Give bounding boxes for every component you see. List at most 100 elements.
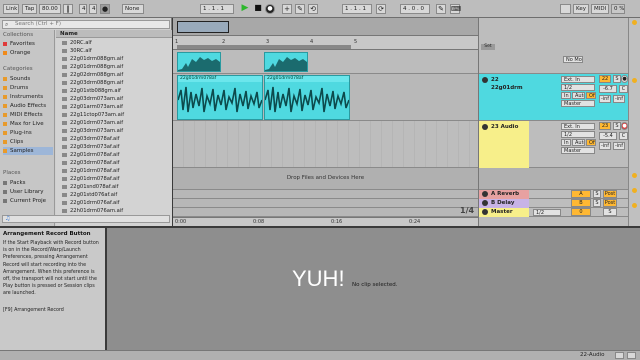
name-column-header[interactable]: Name	[56, 30, 172, 38]
monitor-off-button[interactable]: Off	[586, 92, 596, 99]
beat-ruler[interactable]: 1 2 3 4 5	[173, 36, 478, 50]
monitor-auto-button[interactable]: Auto	[572, 139, 585, 146]
return-track-b[interactable]: B Delay B S Post	[479, 199, 629, 208]
category-samples[interactable]: Samples	[3, 147, 53, 155]
file-row[interactable]: 22g03drm088gm.aif	[56, 79, 172, 87]
collection-favorites[interactable]: Favorites	[3, 40, 53, 48]
pan-field[interactable]: C	[619, 85, 628, 93]
file-row[interactable]: 22g01drm078af.aif	[56, 175, 172, 183]
track-header-23[interactable]: 23 Audio Ext. In 1/2 In Auto Off Master …	[479, 121, 629, 168]
scroll-dot-icon[interactable]	[632, 173, 637, 178]
track-name[interactable]: A Reverb	[481, 190, 531, 198]
tempo-field[interactable]: 80.00	[39, 4, 61, 14]
solo-button[interactable]: S	[593, 199, 601, 207]
track-name[interactable]: 22 22g01drm	[481, 76, 531, 92]
monitor-in-button[interactable]: In	[561, 139, 571, 146]
loop-length-field[interactable]: 4 . 0 . 0	[400, 4, 430, 14]
return-lane-a[interactable]	[173, 190, 478, 199]
collection-orange[interactable]: Orange	[3, 49, 53, 57]
track-name[interactable]: 23 Audio	[481, 123, 531, 131]
file-row[interactable]: 22g03drm078af.aif	[56, 135, 172, 143]
scroll-dot-icon[interactable]	[632, 78, 637, 83]
track-lane-23[interactable]	[173, 121, 478, 168]
category-drums[interactable]: Drums	[3, 84, 53, 92]
file-row[interactable]: 22g01drm076af.aif	[56, 199, 172, 207]
master-number[interactable]: 0	[571, 208, 591, 216]
file-row[interactable]: 22g02drm088gm.aif	[56, 71, 172, 79]
track-number-button[interactable]: 23	[599, 122, 611, 130]
time-signature-numerator[interactable]: 4	[79, 4, 87, 14]
master-output-select[interactable]: 1/2	[533, 209, 561, 216]
draw-mode-icon[interactable]: ✎	[436, 4, 446, 14]
file-row[interactable]: 22g01arm073am.aif	[56, 103, 172, 111]
search-input[interactable]: Search (Ctrl + F)	[2, 20, 170, 29]
return-track-a[interactable]: A Reverb A S Post	[479, 190, 629, 199]
arrangement-record-icon[interactable]: ●	[265, 4, 275, 14]
volume-field[interactable]: -6.7	[599, 85, 617, 93]
file-row[interactable]: 22g11ctop073am.aif	[56, 111, 172, 119]
return-letter[interactable]: A	[571, 190, 591, 198]
place-current-project[interactable]: Current Proje	[3, 197, 53, 205]
preview-headphone-icon[interactable]: ♫	[5, 215, 10, 222]
zoom-grid-label[interactable]: 1/4	[460, 206, 474, 215]
stop-icon[interactable]: ■	[253, 4, 263, 14]
file-row[interactable]: 22g01drm088gm.aif	[56, 55, 172, 63]
audio-clip[interactable]	[177, 52, 221, 72]
file-row[interactable]: 22g01snd078af.aif	[56, 183, 172, 191]
solo-button[interactable]: S	[613, 75, 621, 83]
input-channel-select[interactable]: 1/2	[561, 84, 595, 91]
volume-field[interactable]: -5.4	[599, 132, 617, 140]
automation-arm-icon[interactable]: ✎	[295, 4, 305, 14]
vertical-scrollbar[interactable]	[628, 18, 640, 226]
preview-bar[interactable]: ♫	[2, 215, 170, 223]
file-row[interactable]: 22g01drm088gm.aif	[56, 63, 172, 71]
category-clips[interactable]: Clips	[3, 138, 53, 146]
metronome-icon[interactable]: ●	[100, 4, 110, 14]
tap-button[interactable]: Tap	[22, 4, 37, 14]
arm-button[interactable]: ●	[621, 122, 628, 130]
pan-field[interactable]: C	[619, 132, 628, 140]
quantization-select[interactable]: None	[122, 4, 144, 14]
link-button[interactable]: Link	[3, 4, 19, 14]
file-row[interactable]: 30RC.alf	[56, 47, 172, 55]
track-header-21[interactable]: No Monitor	[479, 50, 629, 74]
overview-selection[interactable]	[177, 21, 229, 33]
re-enable-automation-icon[interactable]: ⟲	[308, 4, 318, 14]
place-packs[interactable]: Packs	[3, 179, 53, 187]
scroll-dot-icon[interactable]	[632, 203, 637, 208]
return-lane-b[interactable]	[173, 199, 478, 208]
audio-clip-2[interactable]: 22g01drm078af	[264, 75, 350, 120]
category-max-for-live[interactable]: Max for Live	[3, 120, 53, 128]
scroll-dot-icon[interactable]	[632, 20, 637, 25]
solo-button[interactable]: S	[613, 122, 621, 130]
file-row[interactable]: 22g01stb088gm.aif	[56, 87, 172, 95]
output-select[interactable]: Master	[561, 100, 595, 107]
arrangement-position[interactable]: 1 . 1 . 1	[200, 4, 234, 14]
track-lane-21[interactable]	[173, 50, 478, 74]
master-lane[interactable]: 1/4	[173, 206, 478, 217]
arm-button[interactable]: ●	[621, 75, 628, 83]
category-sounds[interactable]: Sounds	[3, 75, 53, 83]
file-row[interactable]: 22g01drm078af.aif	[56, 167, 172, 175]
track-header-22[interactable]: 22 22g01drm Ext. In 1/2 In Auto Off Mast…	[479, 74, 629, 121]
place-user-library[interactable]: User Library	[3, 188, 53, 196]
file-row[interactable]: 22g03drm073am.aif	[56, 95, 172, 103]
loop-brace[interactable]	[177, 45, 351, 49]
track-lane-22[interactable]: 22g01drm078af 22g01drm078af	[173, 74, 478, 121]
track-name[interactable]: Master	[481, 208, 531, 216]
time-signature-denominator[interactable]: 4	[89, 4, 97, 14]
solo-button[interactable]: S	[603, 208, 617, 216]
computer-midi-keyboard-icon[interactable]: ⌨	[450, 4, 461, 14]
category-instruments[interactable]: Instruments	[3, 93, 53, 101]
nudge-icon[interactable]: ‖	[63, 4, 73, 14]
track-number-button[interactable]: 22	[599, 75, 611, 83]
file-row[interactable]: 22g03drm078af.aif	[56, 159, 172, 167]
category-plug-ins[interactable]: Plug-ins	[3, 129, 53, 137]
key-map-button[interactable]: Key	[573, 4, 589, 14]
scroll-dot-icon[interactable]	[632, 188, 637, 193]
drop-area[interactable]: Drop Files and Devices Here	[173, 168, 478, 190]
output-select[interactable]: Master	[561, 147, 595, 154]
drop-area-header[interactable]	[479, 168, 629, 190]
file-row[interactable]: 22g03drm073af.aif	[56, 143, 172, 151]
file-row[interactable]: 20RC.alf	[56, 39, 172, 47]
